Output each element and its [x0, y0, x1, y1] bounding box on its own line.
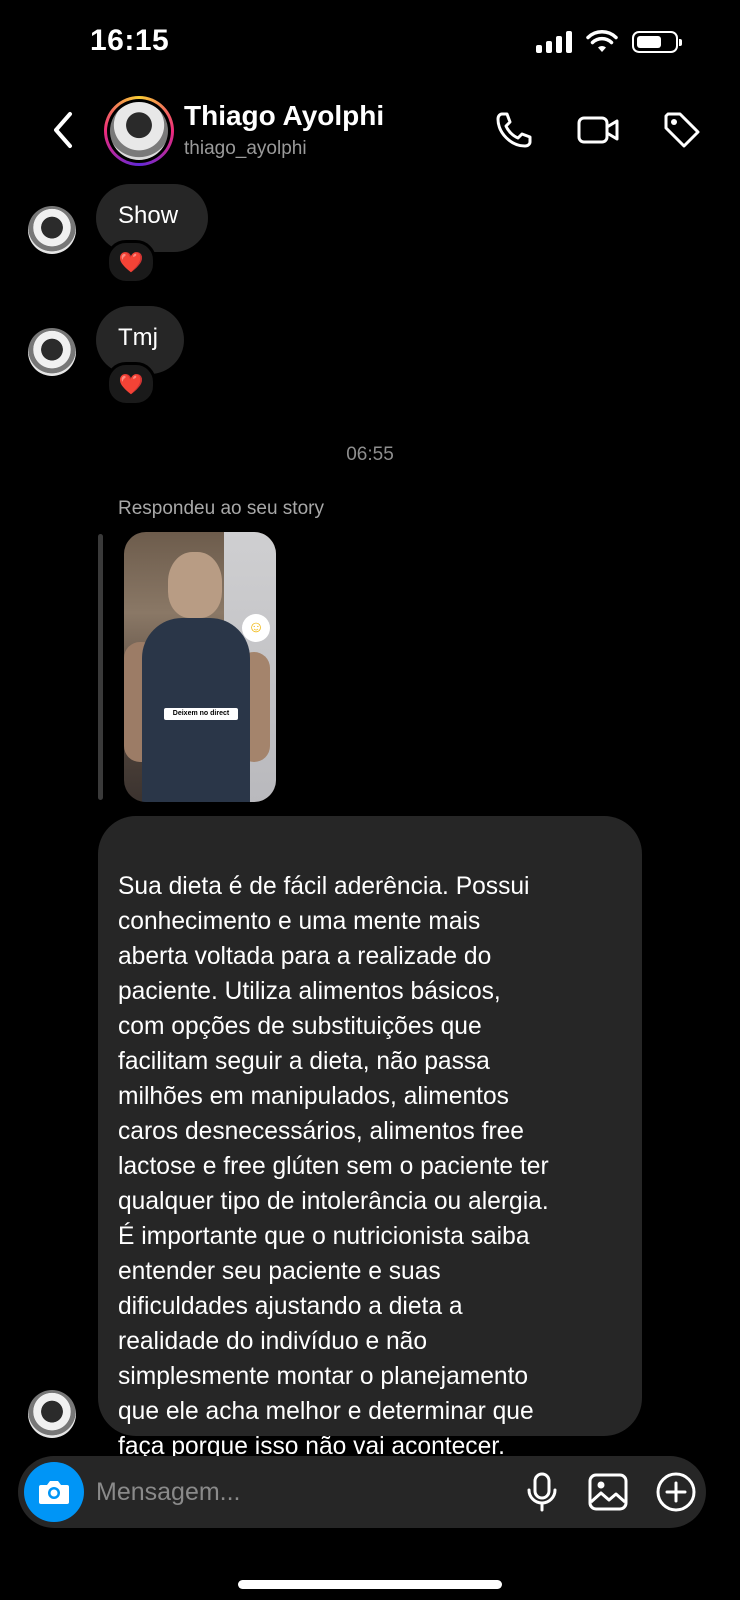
battery-icon: [632, 31, 682, 53]
message-bubble[interactable]: Show: [96, 184, 208, 252]
contact-username[interactable]: thiago_ayolphi: [184, 138, 307, 160]
tag-icon[interactable]: [660, 108, 704, 152]
wifi-icon: [586, 30, 618, 52]
story-thumbnail[interactable]: ☺ Deixem no direct: [124, 532, 276, 802]
sender-avatar[interactable]: [28, 206, 76, 254]
message-timestamp: 06:55: [346, 444, 394, 465]
contact-avatar[interactable]: [104, 96, 174, 166]
emoji-reaction-icon: ☺: [242, 614, 270, 642]
video-camera-icon[interactable]: [576, 108, 620, 152]
message-text: Show: [118, 202, 179, 229]
message-text: Tmj: [118, 324, 158, 351]
cellular-signal-icon: [536, 31, 572, 53]
camera-button[interactable]: [24, 1462, 84, 1522]
back-chevron-icon[interactable]: [46, 108, 82, 152]
status-time: 16:15: [90, 24, 170, 57]
contact-name[interactable]: Thiago Ayolphi: [184, 100, 384, 132]
message-text: Sua dieta é de fácil aderência. Possui c…: [118, 873, 549, 1460]
phone-icon[interactable]: [492, 108, 536, 152]
heart-reaction-icon[interactable]: ❤️: [106, 362, 156, 406]
microphone-icon[interactable]: [520, 1470, 564, 1514]
sender-avatar[interactable]: [28, 1390, 76, 1438]
plus-circle-icon[interactable]: [654, 1470, 698, 1514]
status-icons: [536, 30, 682, 54]
camera-icon: [39, 1481, 69, 1504]
message-bubble-long[interactable]: Sua dieta é de fácil aderência. Possui c…: [98, 816, 642, 1460]
reply-indicator-bar: [98, 534, 103, 800]
sender-avatar[interactable]: [28, 328, 76, 376]
heart-reaction-icon[interactable]: ❤️: [106, 240, 156, 284]
story-sticker: Deixem no direct: [164, 708, 238, 720]
image-icon[interactable]: [586, 1470, 630, 1514]
message-input[interactable]: [96, 1472, 496, 1512]
story-reply-label: Respondeu ao seu story: [118, 498, 324, 519]
home-indicator[interactable]: [238, 1580, 502, 1589]
